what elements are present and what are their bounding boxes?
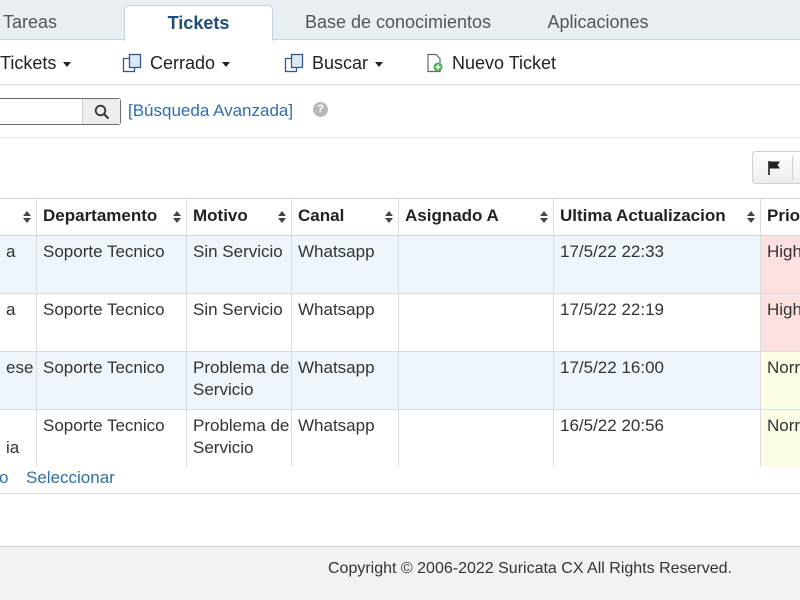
column-header-asignado[interactable]: Asignado A <box>399 199 554 236</box>
chevron-down-icon <box>375 61 384 67</box>
column-header-label: Canal <box>298 206 345 225</box>
sort-icon <box>747 211 755 223</box>
cell-canal: Whatsapp <box>292 236 399 293</box>
cell-motivo: Problema de Servicio <box>187 352 292 409</box>
cell-ultima-actualizacion: 17/5/22 16:00 <box>554 352 761 409</box>
tab-aplicaciones[interactable]: Aplicaciones <box>538 5 658 40</box>
column-header-label: Departamento <box>43 206 158 225</box>
cell-asignado <box>399 410 554 467</box>
cell-ultima-actualizacion: 17/5/22 22:19 <box>554 294 761 351</box>
column-header-motivo[interactable]: Motivo <box>187 199 292 236</box>
advanced-search-link[interactable]: [Búsqueda Avanzada] <box>128 101 293 121</box>
column-header-prioridad[interactable]: Prio <box>761 199 800 236</box>
cell-departamento: Soporte Tecnico <box>37 352 187 409</box>
cell-prioridad: Norr <box>761 410 800 467</box>
cell-canal: Whatsapp <box>292 352 399 409</box>
cell-departamento: Soporte Tecnico <box>37 410 187 467</box>
column-header[interactable] <box>0 199 37 236</box>
column-header-ultima-actualizacion[interactable]: Ultima Actualizacion <box>554 199 761 236</box>
cell-motivo: Sin Servicio <box>187 294 292 351</box>
flag-icon <box>768 161 780 175</box>
cell-asignado <box>399 352 554 409</box>
cell-subject: ia <box>0 410 37 467</box>
nuevo-ticket-label: Nuevo Ticket <box>452 52 557 73</box>
sort-icon <box>385 211 393 223</box>
ticket-page: Tareas Tickets Base de conocimientos Apl… <box>0 0 800 600</box>
sort-icon <box>278 211 286 223</box>
cell-motivo: Sin Servicio <box>187 236 292 293</box>
search-row: [Búsqueda Avanzada] <box>0 86 800 138</box>
cell-ultima-actualizacion: 17/5/22 22:33 <box>554 236 761 293</box>
empty-panel <box>0 493 800 547</box>
cell-canal: Whatsapp <box>292 294 399 351</box>
copy-icon <box>122 53 142 73</box>
search-icon <box>94 104 109 119</box>
select-all-link[interactable]: o <box>0 468 8 488</box>
sort-icon <box>540 211 548 223</box>
cerrado-dropdown[interactable]: Cerrado <box>122 51 231 75</box>
cell-ultima-actualizacion: 16/5/22 20:56 <box>554 410 761 467</box>
cell-asignado <box>399 236 554 293</box>
cell-subject: ese <box>0 352 37 409</box>
sort-icon <box>173 211 181 223</box>
cell-canal: Whatsapp <box>292 410 399 467</box>
search-box <box>0 98 121 125</box>
cerrado-label: Cerrado <box>150 52 216 73</box>
help-icon[interactable]: ? <box>313 102 328 117</box>
buscar-dropdown[interactable]: Buscar <box>284 51 384 75</box>
column-header-label: Asignado A <box>405 206 499 225</box>
table-row[interactable]: a Soporte Tecnico Sin Servicio Whatsapp … <box>0 294 800 352</box>
tickets-label: Tickets <box>0 52 57 73</box>
button-divider <box>792 156 793 180</box>
column-header-label: Prio <box>767 206 800 225</box>
search-input[interactable] <box>0 99 81 124</box>
column-header-label: Ultima Actualizacion <box>560 206 726 225</box>
column-header-label: Motivo <box>193 206 248 225</box>
chevron-down-icon <box>63 61 72 67</box>
footer: Copyright © 2006-2022 Suricata CX All Ri… <box>0 547 800 600</box>
cell-prioridad: Norr <box>761 352 800 409</box>
flag-button[interactable] <box>752 151 800 184</box>
nuevo-ticket-button[interactable]: Nuevo Ticket <box>426 51 556 75</box>
cell-subject: a <box>0 236 37 293</box>
search-button[interactable] <box>82 99 120 124</box>
toolbar: Tickets Cerrado Buscar Nuevo Ticket <box>0 41 800 85</box>
copy-icon <box>284 53 304 73</box>
table-row[interactable]: ese Soporte Tecnico Problema de Servicio… <box>0 352 800 410</box>
cell-departamento: Soporte Tecnico <box>37 236 187 293</box>
tab-tareas[interactable]: Tareas <box>0 5 65 40</box>
table-row[interactable]: a Soporte Tecnico Sin Servicio Whatsapp … <box>0 236 800 294</box>
document-add-icon <box>427 53 443 73</box>
tab-base-de-conocimientos[interactable]: Base de conocimientos <box>293 5 503 40</box>
tab-bar: Tareas Tickets Base de conocimientos Apl… <box>0 0 800 41</box>
chevron-down-icon <box>222 61 231 67</box>
cell-departamento: Soporte Tecnico <box>37 294 187 351</box>
table-row[interactable]: ia Soporte Tecnico Problema de Servicio … <box>0 410 800 468</box>
column-header-canal[interactable]: Canal <box>292 199 399 236</box>
column-header-departamento[interactable]: Departamento <box>37 199 187 236</box>
cell-subject: a <box>0 294 37 351</box>
buscar-label: Buscar <box>312 52 369 73</box>
table-actions: o Seleccionar <box>0 465 800 493</box>
sort-icon <box>23 211 31 223</box>
copyright-text: Copyright © 2006-2022 Suricata CX All Ri… <box>328 560 732 577</box>
select-link[interactable]: Seleccionar <box>26 468 115 488</box>
cell-asignado <box>399 294 554 351</box>
tickets-dropdown[interactable]: Tickets <box>0 51 72 75</box>
cell-prioridad: High <box>761 294 800 351</box>
cell-motivo: Problema de Servicio <box>187 410 292 467</box>
tab-tickets[interactable]: Tickets <box>124 5 273 41</box>
cell-prioridad: High <box>761 236 800 293</box>
tickets-table: Departamento Motivo Canal Asignado A Ult… <box>0 198 800 468</box>
